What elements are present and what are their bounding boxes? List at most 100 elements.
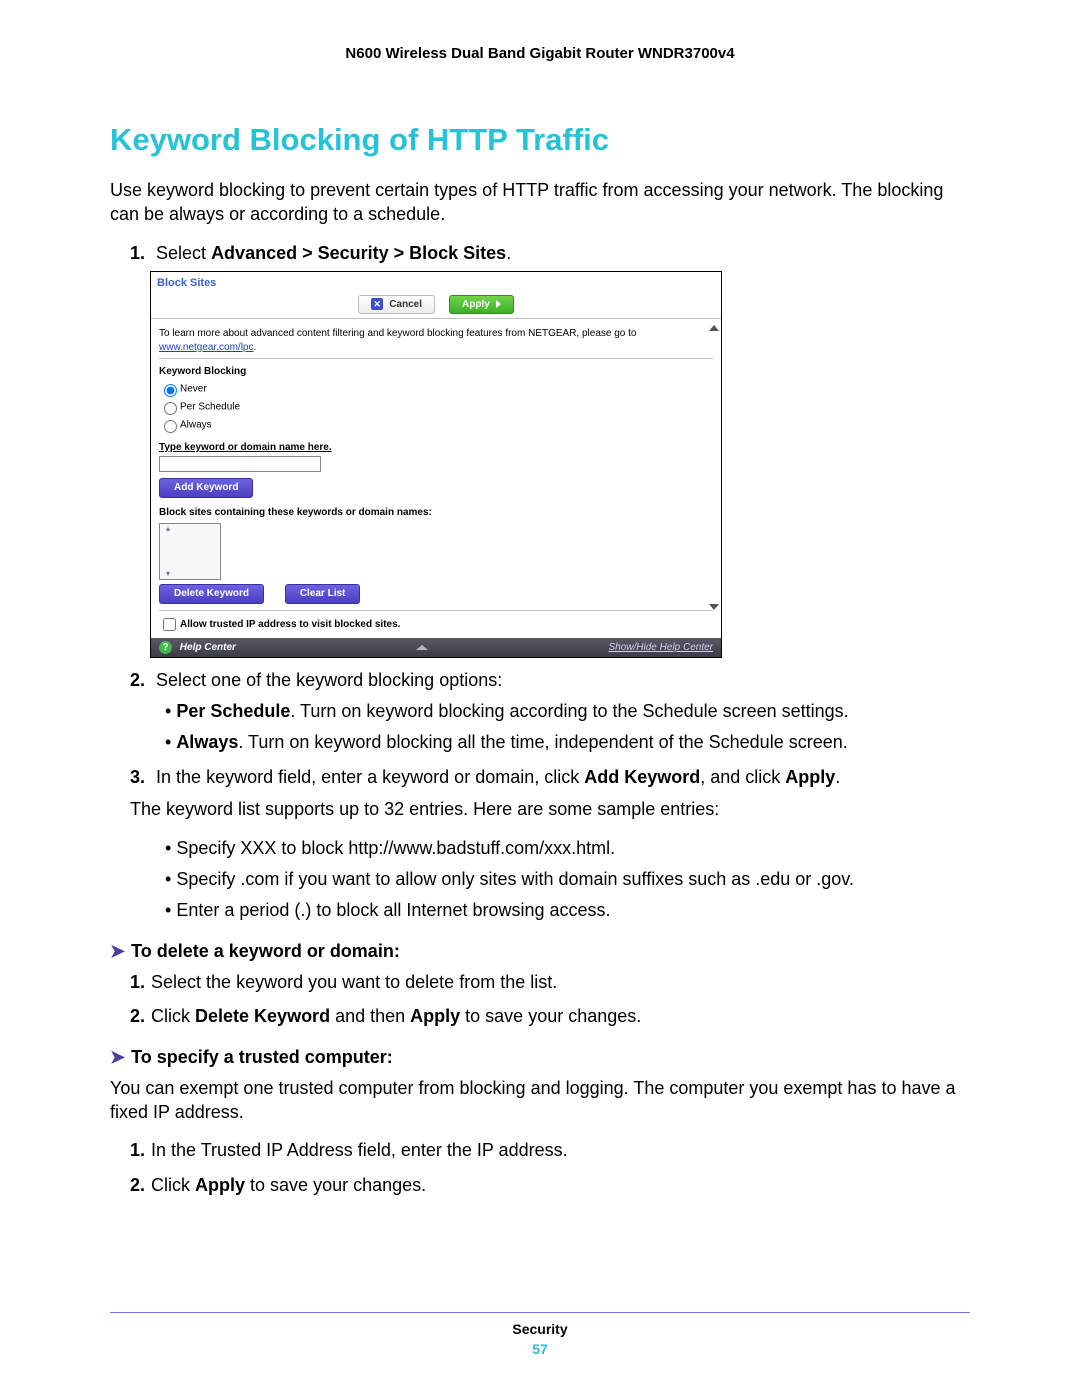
keyword-blocking-heading: Keyword Blocking (159, 365, 713, 379)
proc-delete-title: To delete a keyword or domain: (131, 941, 400, 961)
block-sites-screenshot: Block Sites ✕ Cancel Apply To learn more… (150, 271, 722, 658)
block-list-label: Block sites containing these keywords or… (159, 506, 713, 520)
allow-trusted-checkbox[interactable] (163, 618, 176, 631)
radio-never[interactable]: Never (159, 381, 713, 397)
procA-s1-text: Select the keyword you want to delete fr… (151, 972, 557, 992)
step3-ex1: Specify XXX to block http://www.badstuff… (165, 836, 970, 861)
procA-step1: 1. Select the keyword you want to delete … (130, 970, 970, 994)
close-icon: ✕ (371, 298, 383, 310)
block-list-box[interactable]: ▴ ▾ (159, 523, 221, 580)
help-icon[interactable]: ? (159, 641, 172, 654)
clear-list-button[interactable]: Clear List (285, 584, 361, 604)
proc-delete-heading: ➤ To delete a keyword or domain: (110, 941, 970, 962)
step-number: 2. (130, 1006, 145, 1026)
intro-paragraph: Use keyword blocking to prevent certain … (110, 178, 970, 227)
step1-prefix: Select (156, 243, 211, 263)
chevron-up-icon[interactable] (416, 645, 428, 650)
procB-s2-pre: Click (151, 1175, 195, 1195)
step3-mid: , and click (700, 767, 785, 787)
procA-s2-b2: Apply (410, 1006, 460, 1026)
apply-button[interactable]: Apply (449, 295, 514, 315)
scroll-up-icon[interactable] (709, 325, 719, 331)
step3-ex2: Specify .com if you want to allow only s… (165, 867, 970, 892)
apply-label: Apply (462, 298, 490, 312)
step2-bullet-per-schedule: Per Schedule. Turn on keyword blocking a… (165, 699, 970, 724)
step2-text: Select one of the keyword blocking optio… (156, 670, 502, 690)
arrow-icon: ➤ (110, 1047, 125, 1067)
proc-trusted-intro: You can exempt one trusted computer from… (110, 1076, 970, 1125)
footer-rule (110, 1312, 970, 1313)
step-number: 1. (130, 972, 145, 992)
allow-trusted-row: Allow trusted IP address to visit blocke… (159, 610, 713, 638)
always-bold: Always (176, 732, 238, 752)
procB-step2: 2. Click Apply to save your changes. (130, 1173, 970, 1197)
step-number: 1. (130, 243, 145, 263)
procA-step2: 2. Click Delete Keyword and then Apply to… (130, 1004, 970, 1028)
ex1-text: Specify XXX to block http://www.badstuff… (176, 838, 615, 858)
step-number: 1. (130, 1140, 145, 1160)
step-1: 1. Select Advanced > Security > Block Si… (130, 241, 970, 659)
info-prefix: To learn more about advanced content fil… (159, 328, 636, 339)
ex3-text: Enter a period (.) to block all Internet… (176, 900, 610, 920)
add-keyword-button[interactable]: Add Keyword (159, 478, 253, 498)
proc-trusted-title: To specify a trusted computer: (131, 1047, 393, 1067)
step-number: 3. (130, 767, 145, 787)
step-3: 3. In the keyword field, enter a keyword… (130, 765, 970, 923)
step1-path: Advanced > Security > Block Sites (211, 243, 506, 263)
procB-s1-text: In the Trusted IP Address field, enter t… (151, 1140, 568, 1160)
per-schedule-text: . Turn on keyword blocking according to … (290, 701, 848, 721)
procB-s2-b1: Apply (195, 1175, 245, 1195)
step2-bullet-always: Always. Turn on keyword blocking all the… (165, 730, 970, 755)
radio-sched-input[interactable] (164, 402, 177, 415)
cancel-label: Cancel (389, 298, 422, 312)
step-number: 2. (130, 1175, 145, 1195)
step3-add-keyword: Add Keyword (584, 767, 700, 787)
device-header: N600 Wireless Dual Band Gigabit Router W… (110, 45, 970, 62)
footer-page-number: 57 (110, 1341, 970, 1357)
help-center-label: Help Center (180, 642, 236, 653)
always-text: . Turn on keyword blocking all the time,… (238, 732, 847, 752)
list-down-icon[interactable]: ▾ (163, 570, 173, 578)
help-bar: ? Help Center Show/Hide Help Center (151, 638, 721, 658)
proc-trusted-heading: ➤ To specify a trusted computer: (110, 1047, 970, 1068)
procA-s2-mid: and then (330, 1006, 410, 1026)
keyword-blocking-radios: Never Per Schedule Always (159, 381, 713, 433)
procA-s2-b1: Delete Keyword (195, 1006, 330, 1026)
radio-per-schedule[interactable]: Per Schedule (159, 399, 713, 415)
procA-s2-pre: Click (151, 1006, 195, 1026)
procB-s2-post: to save your changes. (245, 1175, 426, 1195)
procB-step1: 1. In the Trusted IP Address field, enter… (130, 1138, 970, 1162)
arrow-right-icon (496, 300, 501, 308)
ex2-text: Specify .com if you want to allow only s… (176, 869, 854, 889)
arrow-icon: ➤ (110, 941, 125, 961)
step-2: 2. Select one of the keyword blocking op… (130, 668, 970, 755)
info-link[interactable]: www.netgear.com/lpc (159, 342, 254, 353)
section-title: Keyword Blocking of HTTP Traffic (110, 122, 970, 158)
step1-suffix: . (506, 243, 511, 263)
radio-always[interactable]: Always (159, 417, 713, 433)
show-hide-help-link[interactable]: Show/Hide Help Center (609, 641, 714, 655)
step3-post: . (835, 767, 840, 787)
step3-apply: Apply (785, 767, 835, 787)
step3-ex3: Enter a period (.) to block all Internet… (165, 898, 970, 923)
panel-title: Block Sites (151, 272, 721, 293)
step3-pre: In the keyword field, enter a keyword or… (156, 767, 584, 787)
scroll-down-icon[interactable] (709, 604, 719, 610)
allow-trusted-label: Allow trusted IP address to visit blocke… (180, 619, 400, 630)
cancel-button[interactable]: ✕ Cancel (358, 295, 435, 315)
radio-always-input[interactable] (164, 420, 177, 433)
radio-never-label: Never (180, 383, 207, 394)
procA-s2-post: to save your changes. (460, 1006, 641, 1026)
delete-keyword-button[interactable]: Delete Keyword (159, 584, 264, 604)
radio-never-input[interactable] (164, 384, 177, 397)
step3-supports: The keyword list supports up to 32 entri… (130, 797, 970, 821)
list-up-icon[interactable]: ▴ (163, 525, 173, 533)
page-footer: Security 57 (110, 1312, 970, 1357)
keyword-input[interactable] (159, 456, 321, 472)
radio-always-label: Always (180, 419, 212, 430)
type-keyword-label: Type keyword or domain name here. (159, 441, 713, 455)
footer-section: Security (110, 1321, 970, 1337)
screenshot-toolbar: ✕ Cancel Apply (151, 293, 721, 320)
info-line: To learn more about advanced content fil… (159, 323, 713, 359)
per-schedule-bold: Per Schedule (176, 701, 290, 721)
